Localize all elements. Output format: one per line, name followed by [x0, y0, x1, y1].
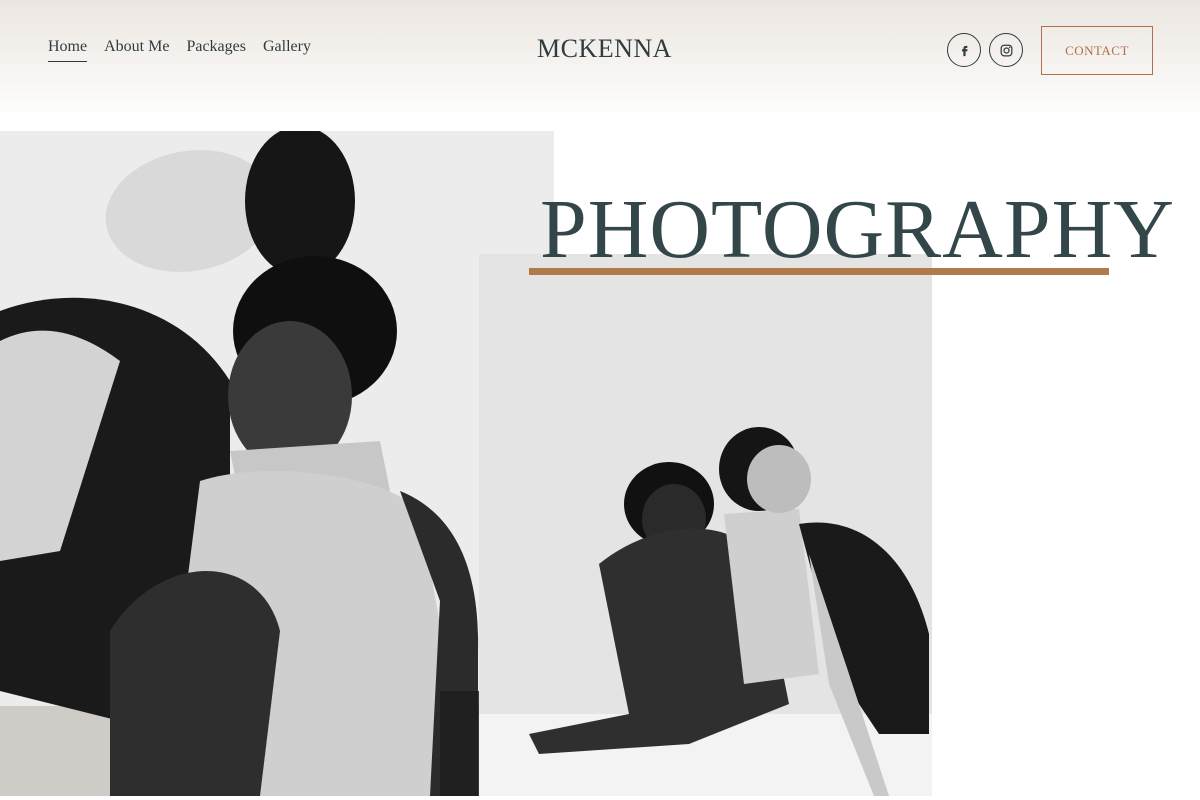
nav-item-gallery[interactable]: Gallery — [263, 38, 311, 62]
instagram-icon — [1000, 44, 1012, 56]
photo-right-illustration — [479, 254, 932, 796]
instagram-button[interactable] — [989, 33, 1023, 67]
brand-logo[interactable]: MCKENNA — [537, 34, 672, 64]
facebook-icon — [961, 45, 968, 56]
hero-photo-right — [479, 254, 932, 796]
social-links — [947, 33, 1023, 67]
page-headline: PHOTOGRAPHY — [540, 183, 1175, 276]
photo-left-illustration — [0, 131, 554, 796]
facebook-button[interactable] — [947, 33, 981, 67]
headline-underline — [529, 268, 1109, 275]
nav-item-about-me[interactable]: About Me — [104, 38, 169, 62]
main-nav: Home About Me Packages Gallery — [48, 38, 311, 62]
nav-item-packages[interactable]: Packages — [186, 38, 246, 62]
contact-button[interactable]: CONTACT — [1041, 26, 1153, 75]
nav-item-home[interactable]: Home — [48, 38, 88, 62]
hero-photo-left — [0, 131, 554, 796]
site-header: Home About Me Packages Gallery MCKENNA C… — [0, 0, 1200, 120]
